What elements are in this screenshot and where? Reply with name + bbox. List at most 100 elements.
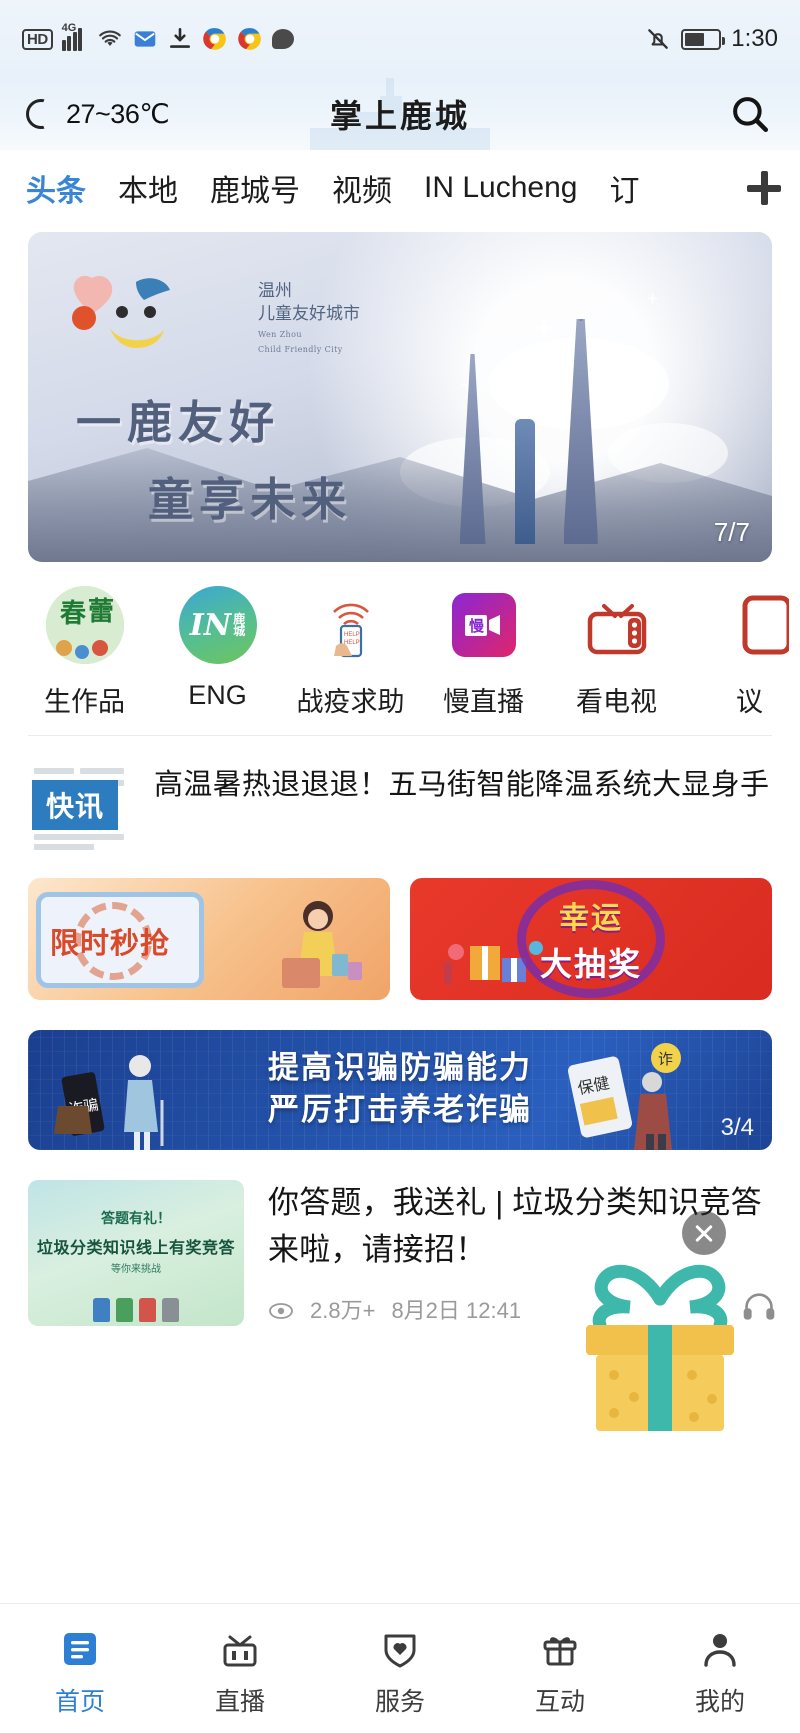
lucky-draw-card[interactable]: 幸运 大抽奖	[410, 878, 772, 1000]
home-icon	[57, 1626, 103, 1672]
quick-item-label: 战疫求助	[297, 680, 405, 719]
quick-item-label: 议	[736, 680, 763, 719]
thumb-sub-label: 等你来挑战	[28, 1260, 244, 1275]
tab-in-lucheng[interactable]: IN Lucheng	[424, 171, 577, 205]
shopper-illustration-icon	[278, 896, 370, 996]
carousel-headline-line2: 童享未来	[148, 463, 352, 528]
news-flash-item[interactable]: 快讯 高温暑热退退退！五马街智能降温系统大显身手	[0, 736, 800, 878]
tab-toutiao[interactable]: 头条	[26, 166, 86, 210]
quick-item-chunlei[interactable]: 春 蕾 生作品	[18, 586, 151, 719]
nav-profile-label: 我的	[695, 1682, 745, 1718]
nav-home[interactable]: 首页	[0, 1626, 160, 1718]
article-view-count: 2.8万+	[310, 1293, 375, 1325]
quick-access-row: 春 蕾 生作品 IN鹿城 ENG HELP	[18, 562, 800, 729]
search-button[interactable]	[726, 90, 774, 138]
carousel-headline: 一鹿友好 童享未来	[76, 386, 352, 528]
mail-icon	[132, 26, 158, 52]
chunlei-art-icon: 春 蕾	[46, 586, 124, 664]
anti-fraud-banner[interactable]: 诈骗 提高识骗防骗能力 严厉打击养老诈骗 保健 诈 3/4	[28, 1030, 772, 1150]
lucky-draw-title-top: 幸运	[559, 893, 623, 937]
bell-muted-icon	[645, 26, 671, 52]
nav-service-label: 服务	[375, 1682, 425, 1718]
partial-icon	[711, 586, 789, 664]
phone-help-icon: HELP HELP	[312, 586, 390, 664]
news-flash-badge-label: 快讯	[32, 780, 118, 830]
nav-interact-label: 互动	[535, 1682, 585, 1718]
live-icon	[217, 1626, 263, 1672]
fraud-card-illustration-icon: 保健 诈	[568, 1042, 698, 1150]
download-icon	[167, 26, 193, 52]
article-thumbnail: 答题有礼！ 垃圾分类知识线上有奖竞答 等你来挑战	[28, 1180, 244, 1326]
svg-text:春: 春	[60, 599, 86, 629]
nav-profile[interactable]: 我的	[640, 1626, 800, 1718]
article-date: 8月2日 12:41	[391, 1293, 521, 1325]
svg-text:蕾: 蕾	[88, 597, 114, 627]
tab-luchenghao[interactable]: 鹿城号	[210, 166, 300, 210]
views-icon	[268, 1300, 294, 1318]
nav-live[interactable]: 直播	[160, 1626, 320, 1718]
nav-service[interactable]: 服务	[320, 1626, 480, 1718]
moon-icon	[26, 99, 56, 129]
gift-popup[interactable]	[562, 1237, 758, 1433]
carousel-headline-line1: 一鹿友好	[76, 386, 352, 451]
flash-sale-card[interactable]: 限时秒抢	[28, 878, 390, 1000]
slow-live-icon: 慢	[445, 586, 523, 664]
elderly-phone-illustration-icon: 诈骗	[54, 1046, 194, 1150]
news-flash-text: 高温暑热退退退！五马街智能降温系统大显身手	[154, 764, 769, 808]
banner-page-indicator: 3/4	[721, 1114, 754, 1142]
quick-item-label: 生作品	[44, 680, 125, 719]
status-bar-right-icons: 1:30	[645, 25, 778, 53]
anti-fraud-line1: 提高识骗防骗能力	[268, 1048, 532, 1090]
tab-more-partial[interactable]: 订	[609, 166, 639, 210]
flash-sale-title: 限时秒抢	[50, 920, 170, 962]
quick-item-epidemic-help[interactable]: HELP HELP 战疫求助	[284, 586, 417, 719]
tab-shipin[interactable]: 视频	[332, 166, 392, 210]
chrome-app-2-icon	[237, 26, 263, 52]
carousel-logo-text: 温州 儿童友好城市 Wen Zhou Child Friendly City	[258, 280, 360, 355]
recycle-bins-icon	[28, 1276, 244, 1322]
logo-city-label: 温州	[258, 280, 360, 303]
carousel-page-indicator: 7/7	[714, 517, 750, 548]
in-lucheng-icon: IN鹿城	[179, 586, 257, 664]
app-header: 27~36℃ 掌上鹿城	[0, 78, 800, 150]
search-icon	[729, 93, 771, 135]
status-bar-left-icons: HD 4G	[22, 26, 294, 52]
chunlei-icon: 春 蕾	[46, 586, 124, 664]
person-icon	[697, 1626, 743, 1672]
status-clock: 1:30	[731, 25, 778, 53]
promo-card-row: 限时秒抢 幸运 大抽奖	[0, 878, 800, 1000]
gift-glyph-icon	[538, 1627, 582, 1671]
home-glyph-icon	[58, 1627, 102, 1671]
network-type-label: 4G	[62, 22, 77, 34]
svg-text:HELP: HELP	[344, 632, 360, 638]
category-tab-bar: 头条 本地 鹿城号 视频 IN Lucheng 订	[0, 150, 800, 226]
eye-glyph-icon	[268, 1302, 294, 1320]
close-icon[interactable]	[682, 1211, 726, 1255]
quick-item-eng[interactable]: IN鹿城 ENG	[151, 586, 284, 719]
nav-live-label: 直播	[215, 1682, 265, 1718]
tab-bendi[interactable]: 本地	[118, 166, 178, 210]
lucky-draw-badge: 幸运 大抽奖	[507, 891, 675, 987]
phone-help-art-icon: HELP HELP	[312, 586, 390, 664]
service-heart-icon	[377, 1626, 423, 1672]
quick-item-partial[interactable]: 议	[683, 586, 800, 719]
hero-carousel[interactable]: 温州 儿童友好城市 Wen Zhou Child Friendly City 一…	[28, 232, 772, 562]
nav-interact[interactable]: 互动	[480, 1626, 640, 1718]
add-channel-button[interactable]	[738, 164, 786, 212]
thumb-mid-label: 垃圾分类知识线上有奖竞答	[28, 1234, 244, 1258]
person-glyph-icon	[698, 1627, 742, 1671]
gift-box-icon	[562, 1237, 758, 1433]
message-bubble-icon	[272, 29, 294, 49]
quick-item-slow-live[interactable]: 慢 慢直播	[417, 586, 550, 719]
skyline-decor-icon	[190, 78, 610, 150]
svg-text:慢: 慢	[469, 617, 485, 635]
logo-en2-label: Child Friendly City	[258, 345, 360, 356]
quick-item-label: 看电视	[576, 680, 657, 719]
signal-4g-icon: 4G	[62, 27, 88, 51]
weather-widget[interactable]: 27~36℃	[26, 99, 169, 130]
lucky-draw-title-bottom: 大抽奖	[540, 939, 642, 985]
quick-item-tv[interactable]: 看电视	[550, 586, 683, 719]
weather-temperature: 27~36℃	[66, 99, 169, 130]
anti-fraud-line2: 严厉打击养老诈骗	[268, 1090, 532, 1132]
logo-en1-label: Wen Zhou	[258, 330, 360, 341]
